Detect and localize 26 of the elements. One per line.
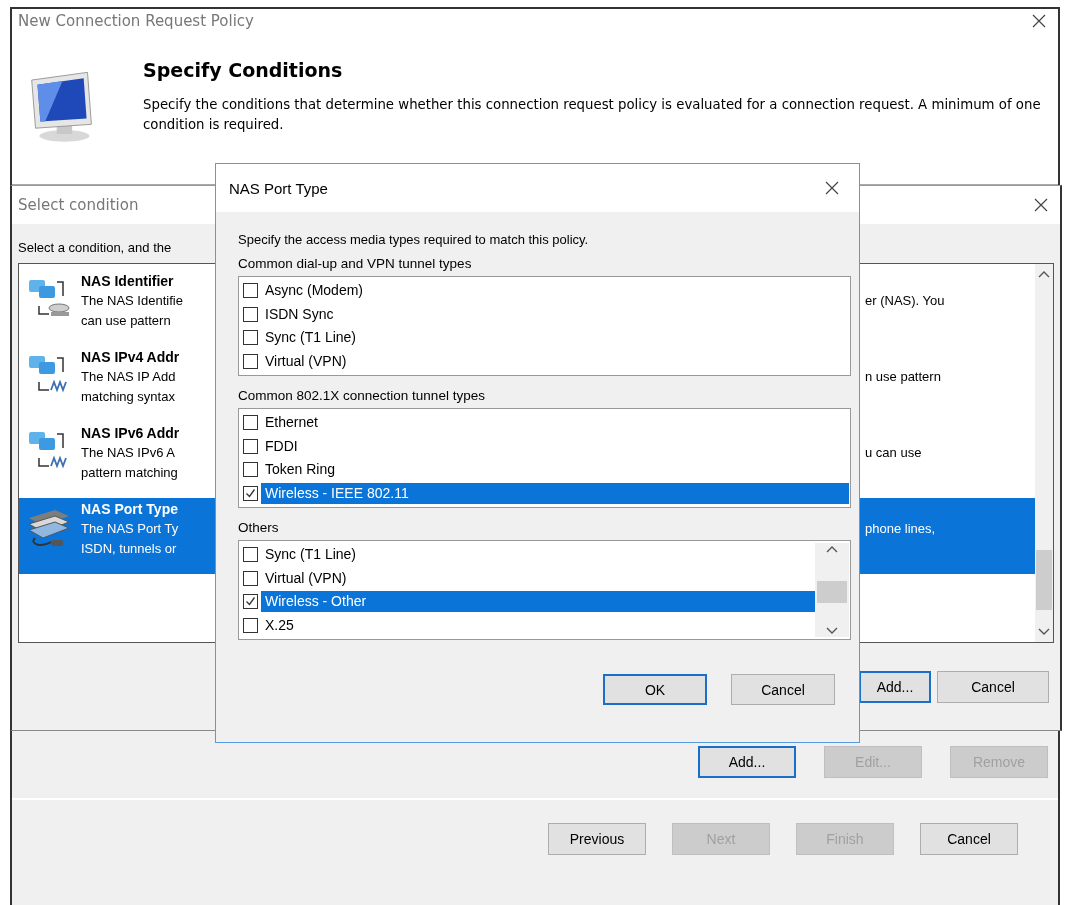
condition-description: The NAS IP Add [81, 368, 177, 386]
dialog-title: NAS Port Type [229, 179, 328, 197]
condition-name: NAS Port Type [81, 500, 179, 519]
group-label: Common dial-up and VPN tunnel types [238, 256, 473, 273]
group-label: Common 802.1X connection tunnel types [238, 388, 486, 405]
group-label: Others [238, 520, 280, 537]
condition-description: n use pattern [865, 368, 942, 386]
condition-description: can use pattern [81, 312, 172, 330]
description-text: Specify the conditions that determine whether this connection request policy is evaluated for a connection request. A minimum of one condition is required. [143, 96, 1042, 134]
condition-description: The NAS IPv6 A [81, 444, 176, 462]
page-heading: Specify Conditions [143, 59, 344, 81]
condition-description: ISDN, tunnels or [81, 540, 178, 558]
condition-name: NAS IPv4 Addr [81, 348, 181, 367]
condition-description: phone lines, [865, 520, 937, 538]
condition-description: er (NAS). You [865, 292, 946, 310]
dialog-title: Select condition [18, 196, 139, 214]
condition-description: The NAS Identifie [81, 292, 184, 310]
condition-description: u can use [865, 444, 923, 462]
window-title: New Connection Request Policy [18, 12, 254, 30]
instruction-text: Specify the access media types required to match this policy. [238, 232, 590, 249]
instruction-text: Select a condition, and the [18, 240, 172, 257]
condition-name: NAS IPv6 Addr [81, 424, 181, 443]
condition-name: NAS Identifier [81, 272, 175, 291]
condition-description: matching syntax [81, 388, 176, 406]
condition-description: The NAS Port Ty [81, 520, 180, 538]
condition-description: pattern matching [81, 464, 179, 482]
